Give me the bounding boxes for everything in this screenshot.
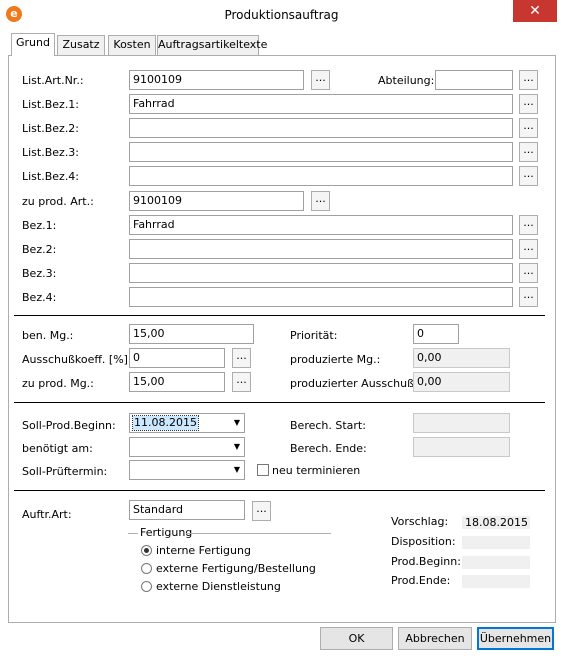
- section-divider: [14, 402, 545, 403]
- bez2-lookup-button[interactable]: ...: [519, 239, 538, 259]
- auftr-art-field[interactable]: Standard: [129, 500, 245, 520]
- list-bez2-field[interactable]: [129, 118, 513, 138]
- zu-prod-art-lookup-button[interactable]: ...: [311, 191, 330, 211]
- list-bez4-field[interactable]: [129, 166, 513, 186]
- ausschuss-lookup-button[interactable]: ...: [232, 348, 251, 368]
- produzierte-mg-label: produzierte Mg.:: [290, 353, 381, 366]
- chevron-down-icon[interactable]: ▼: [234, 442, 240, 452]
- list-bez3-label: List.Bez.3:: [22, 146, 80, 159]
- list-bez1-label: List.Bez.1:: [22, 98, 80, 111]
- bez1-field[interactable]: Fahrrad: [129, 215, 513, 235]
- zu-prod-mg-lookup-button[interactable]: ...: [232, 372, 251, 392]
- soll-prod-beginn-label: Soll-Prod.Beginn:: [22, 419, 116, 432]
- window-title: Produktionsauftrag: [224, 8, 339, 22]
- vorschlag-value: 18.08.2015: [462, 516, 530, 529]
- fertigung-group-title: Fertigung: [140, 526, 193, 539]
- vorschlag-label: Vorschlag:: [391, 515, 449, 528]
- prod-ende-value: [462, 575, 530, 588]
- cancel-button[interactable]: Abbrechen: [398, 627, 472, 650]
- bez3-label: Bez.3:: [22, 267, 57, 280]
- produzierter-ausschuss-field: 0,00: [413, 372, 510, 392]
- auftr-art-label: Auftr.Art:: [22, 508, 72, 521]
- berech-start-field: [413, 413, 510, 433]
- list-bez1-field[interactable]: Fahrrad: [129, 94, 513, 114]
- prioritaet-field[interactable]: 0: [413, 324, 459, 344]
- zu-prod-art-field[interactable]: 9100109: [129, 191, 304, 211]
- list-art-nr-field[interactable]: 9100109: [129, 70, 304, 90]
- benoetigt-am-label: benötigt am:: [22, 442, 93, 455]
- ben-mg-field[interactable]: 15,00: [129, 324, 254, 344]
- ausschuss-field[interactable]: 0: [129, 348, 225, 368]
- abteilung-field[interactable]: [435, 70, 513, 90]
- neu-terminieren-label: neu terminieren: [272, 464, 361, 477]
- list-bez2-lookup-button[interactable]: ...: [519, 118, 538, 138]
- abteilung-label: Abteilung:: [378, 74, 435, 87]
- list-art-nr-label: List.Art.Nr.:: [22, 74, 84, 87]
- radio-externe-dienstleistung[interactable]: [141, 581, 152, 592]
- radio-externe-fertigung[interactable]: [141, 563, 152, 574]
- fertigung-group-border: [186, 533, 331, 534]
- list-bez1-lookup-button[interactable]: ...: [519, 94, 538, 114]
- tab-grund[interactable]: Grund: [11, 33, 55, 56]
- prod-ende-label: Prod.Ende:: [391, 574, 451, 587]
- list-bez3-field[interactable]: [129, 142, 513, 162]
- section-divider: [14, 315, 545, 316]
- interne-fertigung-label: interne Fertigung: [156, 544, 251, 557]
- soll-prod-beginn-value: 11.08.2015: [132, 415, 199, 431]
- bez3-field[interactable]: [129, 263, 513, 283]
- ben-mg-label: ben. Mg.:: [22, 329, 74, 342]
- apply-button[interactable]: Übernehmen: [477, 627, 554, 650]
- list-bez4-lookup-button[interactable]: ...: [519, 166, 538, 186]
- bez3-lookup-button[interactable]: ...: [519, 263, 538, 283]
- prod-beginn-value: [462, 556, 530, 569]
- list-art-nr-lookup-button[interactable]: ...: [311, 70, 330, 90]
- bez4-lookup-button[interactable]: ...: [519, 287, 538, 307]
- soll-prueftermin-dropdown[interactable]: ▼: [129, 460, 245, 480]
- bez4-label: Bez.4:: [22, 291, 57, 304]
- zu-prod-mg-label: zu prod. Mg.:: [22, 377, 94, 390]
- berech-ende-label: Berech. Ende:: [290, 442, 367, 455]
- ok-button[interactable]: OK: [320, 627, 393, 650]
- disposition-label: Disposition:: [391, 535, 456, 548]
- neu-terminieren-checkbox[interactable]: [257, 464, 269, 476]
- externe-fertigung-label: externe Fertigung/Bestellung: [156, 562, 316, 575]
- tab-zusatz[interactable]: Zusatz: [57, 35, 105, 55]
- benoetigt-am-dropdown[interactable]: ▼: [129, 437, 245, 457]
- zu-prod-mg-field[interactable]: 15,00: [129, 372, 225, 392]
- bez1-label: Bez.1:: [22, 219, 57, 232]
- chevron-down-icon[interactable]: ▼: [234, 418, 240, 428]
- list-bez3-lookup-button[interactable]: ...: [519, 142, 538, 162]
- bez2-label: Bez.2:: [22, 243, 57, 256]
- section-divider: [14, 490, 545, 491]
- tab-auftragsartikeltexte[interactable]: Auftragsartikeltexte: [157, 35, 267, 55]
- auftr-art-lookup-button[interactable]: ...: [252, 501, 271, 521]
- prioritaet-label: Priorität:: [290, 329, 338, 342]
- close-button[interactable]: ✕: [513, 0, 557, 22]
- produzierter-ausschuss-label: produzierter Ausschuß:: [290, 377, 418, 390]
- abteilung-lookup-button[interactable]: ...: [519, 70, 538, 90]
- berech-ende-field: [413, 437, 510, 457]
- produzierte-mg-field: 0,00: [413, 348, 510, 368]
- zu-prod-art-label: zu prod. Art.:: [22, 195, 94, 208]
- list-bez2-label: List.Bez.2:: [22, 122, 80, 135]
- radio-interne-fertigung[interactable]: [141, 545, 152, 556]
- prod-beginn-label: Prod.Beginn:: [391, 555, 461, 568]
- soll-prod-beginn-dropdown[interactable]: 11.08.2015 ▼: [129, 413, 245, 433]
- bez1-lookup-button[interactable]: ...: [519, 215, 538, 235]
- list-bez4-label: List.Bez.4:: [22, 170, 80, 183]
- bez4-field[interactable]: [129, 287, 513, 307]
- info-box: Vorschlag: 18.08.2015 Disposition: Prod.…: [384, 507, 547, 592]
- title-bar: e Produktionsauftrag ✕: [0, 0, 563, 30]
- ausschuss-label: Ausschußkoeff. [%]:: [22, 353, 132, 366]
- chevron-down-icon[interactable]: ▼: [234, 465, 240, 475]
- bez2-field[interactable]: [129, 239, 513, 259]
- disposition-value: [462, 536, 530, 549]
- berech-start-label: Berech. Start:: [290, 419, 366, 432]
- tab-kosten[interactable]: Kosten: [108, 35, 156, 55]
- fertigung-group-border: [128, 533, 138, 534]
- externe-dienstleistung-label: externe Dienstleistung: [156, 580, 281, 593]
- soll-prueftermin-label: Soll-Prüftermin:: [22, 465, 108, 478]
